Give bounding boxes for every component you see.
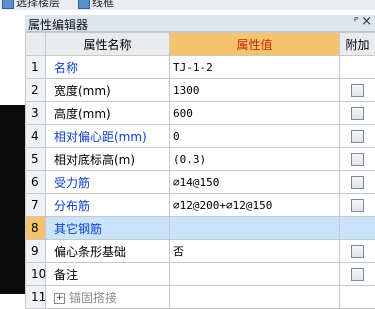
panel-title: 属性编辑器	[28, 16, 88, 33]
property-name-label: 相对偏心距(mm)	[54, 130, 147, 144]
row-index: 6	[26, 171, 46, 194]
property-editor-titlebar: 属性编辑器 ᴾ ×	[25, 15, 375, 32]
property-name-cell[interactable]: 高度(mm)	[46, 102, 170, 125]
attach-cell[interactable]	[340, 194, 375, 217]
property-name-cell[interactable]: 偏心条形基础	[46, 240, 170, 263]
row-index: 11	[26, 286, 46, 309]
toolbar-strip: 选择楼层 线框	[0, 0, 375, 10]
attach-checkbox[interactable]	[351, 199, 364, 212]
attach-cell[interactable]	[340, 263, 375, 286]
property-name-label: 高度(mm)	[54, 107, 111, 121]
row-index: 9	[26, 240, 46, 263]
toolbar-item-floor[interactable]: 选择楼层	[2, 0, 60, 10]
table-row[interactable]: 8 其它钢筋	[26, 217, 375, 240]
row-index: 5	[26, 148, 46, 171]
property-name-cell[interactable]: 备注	[46, 263, 170, 286]
row-index: 8	[26, 217, 46, 240]
canvas-dark-area	[0, 105, 25, 294]
attach-cell	[340, 286, 375, 309]
row-index: 4	[26, 125, 46, 148]
property-name-cell[interactable]: 名称	[46, 56, 170, 79]
grid-header-row: 属性名称 属性值 附加	[26, 33, 375, 56]
property-value-cell[interactable]: ⌀12@200+⌀12@150	[170, 194, 340, 217]
wireframe-icon	[78, 0, 90, 9]
attach-checkbox[interactable]	[351, 107, 364, 120]
left-canvas-strip	[0, 10, 25, 284]
property-value-cell[interactable]: 0	[170, 125, 340, 148]
table-row[interactable]: 5 相对底标高(m) (0.3)	[26, 148, 375, 171]
property-name-label: 名称	[54, 61, 78, 75]
property-name-cell[interactable]: 相对偏心距(mm)	[46, 125, 170, 148]
property-name-label: 受力筋	[54, 176, 90, 190]
attach-cell[interactable]	[340, 125, 375, 148]
attach-checkbox[interactable]	[351, 153, 364, 166]
attach-checkbox[interactable]	[351, 268, 364, 281]
property-value-cell[interactable]	[170, 286, 340, 309]
attach-cell[interactable]	[340, 79, 375, 102]
property-name-label: 分布筋	[54, 199, 90, 213]
property-value-cell[interactable]	[170, 263, 340, 286]
pin-icon[interactable]: ᴾ	[354, 15, 358, 28]
attach-cell[interactable]	[340, 148, 375, 171]
property-name-cell[interactable]: 相对底标高(m)	[46, 148, 170, 171]
property-value-cell[interactable]	[170, 217, 340, 240]
toolbar-item-wireframe[interactable]: 线框	[78, 0, 114, 10]
header-attach[interactable]: 附加	[340, 33, 375, 56]
property-name-cell[interactable]: + 锚固搭接	[46, 286, 170, 309]
property-grid: 属性名称 属性值 附加 1 名称 TJ-1-2 2 宽度(mm) 1300 3 高度(mm) 6…	[25, 32, 375, 309]
close-icon[interactable]: ×	[361, 14, 372, 29]
table-row[interactable]: 11 + 锚固搭接	[26, 286, 375, 309]
expand-plus-icon[interactable]: +	[54, 293, 65, 304]
table-row[interactable]: 4 相对偏心距(mm) 0	[26, 125, 375, 148]
table-row[interactable]: 1 名称 TJ-1-2	[26, 56, 375, 79]
table-row[interactable]: 3 高度(mm) 600	[26, 102, 375, 125]
header-name[interactable]: 属性名称	[46, 33, 170, 56]
attach-checkbox[interactable]	[351, 84, 364, 97]
floor-select-icon	[2, 0, 14, 9]
property-name-label: 偏心条形基础	[54, 245, 126, 259]
property-name-label: 其它钢筋	[54, 222, 102, 236]
attach-cell[interactable]	[340, 240, 375, 263]
attach-cell	[340, 217, 375, 240]
table-row[interactable]: 6 受力筋 ⌀14@150	[26, 171, 375, 194]
table-row[interactable]: 10 备注	[26, 263, 375, 286]
property-value-cell[interactable]: 600	[170, 102, 340, 125]
header-value[interactable]: 属性值	[170, 33, 340, 56]
table-row[interactable]: 7 分布筋 ⌀12@200+⌀12@150	[26, 194, 375, 217]
table-row[interactable]: 9 偏心条形基础 否	[26, 240, 375, 263]
table-row[interactable]: 2 宽度(mm) 1300	[26, 79, 375, 102]
toolbar-item-wireframe-label: 线框	[92, 0, 114, 9]
property-value-cell[interactable]: TJ-1-2	[170, 56, 340, 79]
row-index: 3	[26, 102, 46, 125]
row-index: 10	[26, 263, 46, 286]
property-name-label: 宽度(mm)	[54, 84, 111, 98]
property-name-label: 锚固搭接	[69, 291, 117, 305]
property-value-cell[interactable]: 1300	[170, 79, 340, 102]
toolbar-item-floor-label: 选择楼层	[16, 0, 60, 9]
property-name-cell[interactable]: 受力筋	[46, 171, 170, 194]
attach-checkbox[interactable]	[351, 130, 364, 143]
property-value-cell[interactable]: ⌀14@150	[170, 171, 340, 194]
property-value-cell[interactable]: (0.3)	[170, 148, 340, 171]
property-name-cell[interactable]: 分布筋	[46, 194, 170, 217]
row-index: 7	[26, 194, 46, 217]
attach-cell[interactable]	[340, 102, 375, 125]
property-name-cell[interactable]: 其它钢筋	[46, 217, 170, 240]
row-index: 2	[26, 79, 46, 102]
property-name-label: 相对底标高(m)	[54, 153, 135, 167]
property-value-cell[interactable]: 否	[170, 240, 340, 263]
property-name-label: 备注	[54, 268, 78, 282]
header-index	[26, 33, 46, 56]
attach-cell	[340, 56, 375, 79]
attach-checkbox[interactable]	[351, 245, 364, 258]
row-index: 1	[26, 56, 46, 79]
property-name-cell[interactable]: 宽度(mm)	[46, 79, 170, 102]
attach-checkbox[interactable]	[351, 176, 364, 189]
attach-cell[interactable]	[340, 171, 375, 194]
